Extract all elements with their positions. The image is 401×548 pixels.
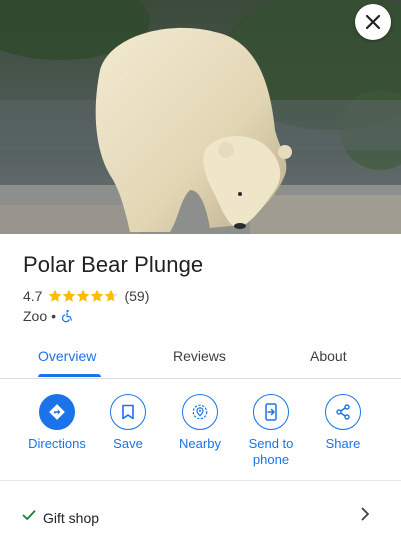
wheelchair-accessible-icon [62, 309, 72, 323]
tab-about[interactable]: About [310, 348, 347, 364]
directions-button[interactable]: Directions [21, 394, 93, 452]
separator: • [51, 308, 57, 324]
save-button[interactable]: Save [92, 394, 164, 452]
star-icon [63, 289, 76, 302]
section-divider [0, 480, 401, 481]
tab-bar: Overview Reviews About [0, 338, 401, 379]
star-icon [77, 289, 90, 302]
send-to-phone-circle [253, 394, 289, 430]
review-count[interactable]: (59) [124, 288, 149, 304]
directions-circle [39, 394, 75, 430]
amenity-row-gift-shop[interactable]: Gift shop [0, 496, 401, 540]
close-icon [365, 14, 381, 30]
star-rating [48, 289, 118, 303]
check-icon [22, 510, 36, 520]
nearby-circle [182, 394, 218, 430]
save-circle [110, 394, 146, 430]
place-category[interactable]: Zoo [23, 308, 47, 324]
tab-reviews[interactable]: Reviews [173, 348, 226, 364]
tab-overview[interactable]: Overview [38, 348, 96, 364]
place-photo[interactable] [0, 0, 401, 234]
chevron-right-icon[interactable] [359, 506, 371, 522]
send-to-phone-button[interactable]: Send to phone [235, 394, 307, 468]
rating-value: 4.7 [23, 288, 43, 304]
send-to-phone-label: Send to phone [248, 436, 294, 467]
close-button[interactable] [355, 4, 391, 40]
star-icon [105, 289, 118, 302]
send-to-phone-icon [265, 403, 277, 421]
active-tab-indicator [38, 374, 101, 377]
directions-icon [49, 404, 65, 420]
nearby-label: Nearby [179, 436, 221, 451]
share-icon [336, 404, 350, 420]
star-icon [91, 289, 104, 302]
share-circle [325, 394, 361, 430]
save-label: Save [113, 436, 143, 451]
share-button[interactable]: Share [307, 394, 379, 452]
nearby-icon [192, 404, 208, 420]
place-title: Polar Bear Plunge [23, 252, 204, 277]
share-label: Share [325, 436, 361, 451]
rating-row[interactable]: 4.7 (59) [23, 288, 149, 304]
bookmark-icon [122, 404, 134, 420]
category-row: Zoo • [23, 308, 74, 324]
polar-bear-photo [0, 0, 401, 234]
action-bar: Directions Save Nearby Send to phone Sha… [0, 394, 401, 478]
nearby-button[interactable]: Nearby [164, 394, 236, 452]
directions-label: Directions [28, 436, 86, 451]
star-icon [49, 289, 62, 302]
amenity-label: Gift shop [43, 510, 100, 526]
